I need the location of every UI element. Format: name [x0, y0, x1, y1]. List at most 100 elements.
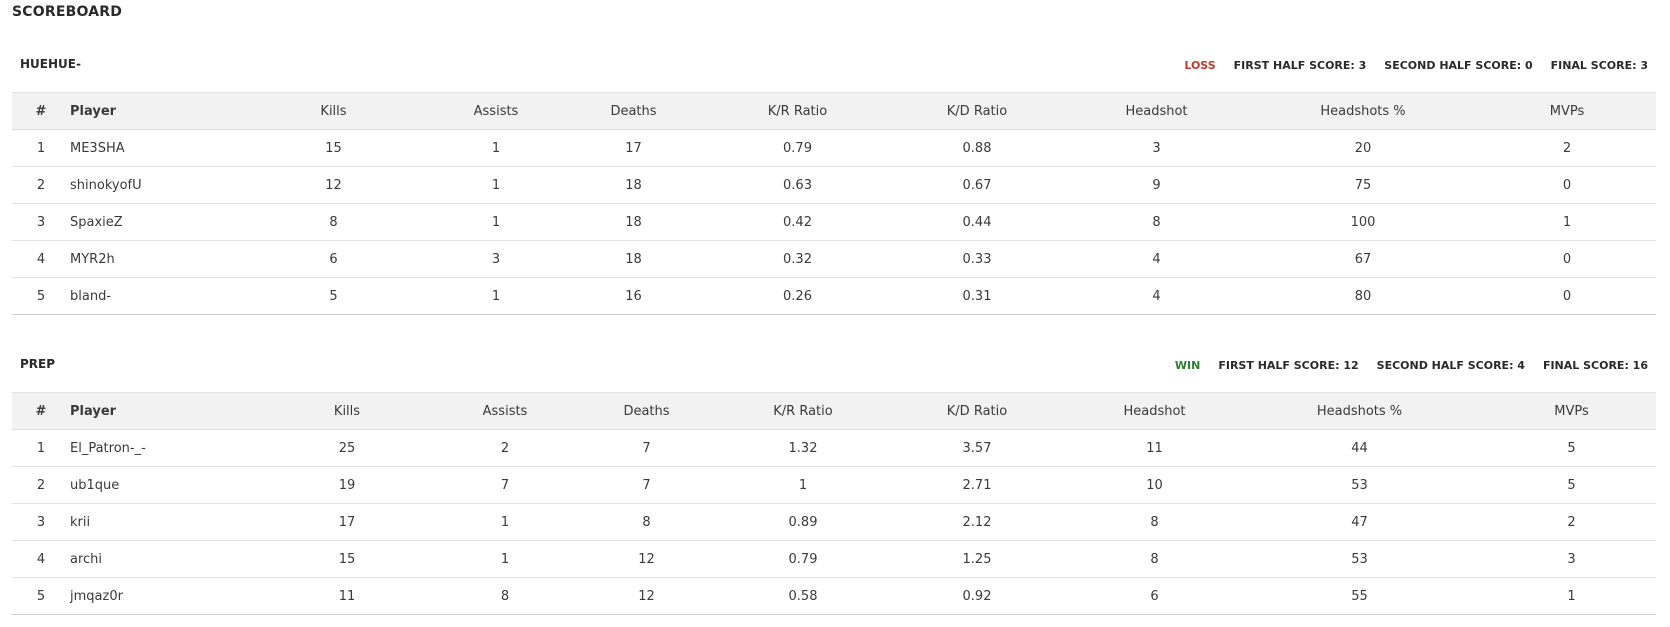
player-header: Player	[70, 403, 117, 419]
kr-ratio-cell: 0.89	[729, 503, 877, 541]
mvps-header: MVPs	[1554, 403, 1589, 419]
kd-ratio-cell: 0.92	[877, 577, 1077, 615]
table-row: 1 ME3SHA 15 1 17 0.79 0.88 3 20 2	[12, 129, 1656, 167]
kr-ratio-header: K/R Ratio	[773, 403, 833, 419]
deaths-cell: 8	[564, 503, 729, 541]
kr-ratio-cell: 0.79	[706, 129, 889, 167]
player-name-cell[interactable]: El_Patron-_-	[70, 429, 248, 467]
page-title: SCOREBOARD	[12, 4, 123, 20]
player-name-cell[interactable]: SpaxieZ	[70, 203, 236, 241]
headshots-pct-header: Headshots %	[1316, 403, 1403, 419]
table-row: 4 archi 15 1 12 0.79 1.25 8 53 3	[12, 540, 1656, 578]
deaths-cell: 16	[561, 277, 706, 315]
headshot-cell: 10	[1077, 466, 1232, 504]
kills-cell: 8	[236, 203, 431, 241]
team-name: PREP	[20, 357, 56, 371]
deaths-cell: 7	[564, 429, 729, 467]
rank-cell: 3	[12, 203, 70, 241]
player-name-cell[interactable]: shinokyofU	[70, 166, 236, 204]
rank-cell: 2	[12, 166, 70, 204]
mvps-cell: 0	[1478, 240, 1656, 278]
mvps-cell: 1	[1487, 577, 1656, 615]
mvps-cell: 3	[1487, 540, 1656, 578]
headshots-pct-cell: 55	[1232, 577, 1487, 615]
player-name-cell[interactable]: archi	[70, 540, 248, 578]
assists-cell: 1	[431, 129, 561, 167]
kd-ratio-cell: 3.57	[877, 429, 1077, 467]
headshots-pct-cell: 44	[1232, 429, 1487, 467]
kd-ratio-cell: 1.25	[877, 540, 1077, 578]
headshot-cell: 6	[1077, 577, 1232, 615]
table-row: 2 shinokyofU 12 1 18 0.63 0.67 9 75 0	[12, 166, 1656, 204]
headshot-cell: 8	[1077, 540, 1232, 578]
team-score-summary: LOSS FIRST HALF SCORE: 3 SECOND HALF SCO…	[1184, 59, 1648, 72]
second-half-score: SECOND HALF SCORE: 4	[1376, 359, 1525, 372]
player-name-cell[interactable]: MYR2h	[70, 240, 236, 278]
assists-cell: 3	[431, 240, 561, 278]
match-result-badge: LOSS	[1184, 59, 1216, 72]
assists-cell: 8	[446, 577, 564, 615]
team-header: HUEHUE- LOSS FIRST HALF SCORE: 3 SECOND …	[12, 50, 1656, 92]
rank-cell: 4	[12, 540, 70, 578]
second-half-score: SECOND HALF SCORE: 0	[1384, 59, 1533, 72]
kr-ratio-cell: 0.32	[706, 240, 889, 278]
kills-header: Kills	[333, 403, 361, 419]
deaths-header: Deaths	[610, 103, 657, 119]
headshot-cell: 4	[1065, 277, 1248, 315]
rank-cell: 5	[12, 277, 70, 315]
player-name-cell[interactable]: bland-	[70, 277, 236, 315]
player-stats-table: # Player Kills Assists Deaths K/R Ratio K/D Ra…	[12, 392, 1656, 615]
kd-ratio-cell: 0.88	[889, 129, 1065, 167]
kr-ratio-cell: 0.42	[706, 203, 889, 241]
headshot-cell: 9	[1065, 166, 1248, 204]
assists-header: Assists	[482, 403, 528, 419]
headshot-header: Headshot	[1123, 403, 1186, 419]
assists-cell: 2	[446, 429, 564, 467]
mvps-cell: 2	[1478, 129, 1656, 167]
headshot-cell: 4	[1065, 240, 1248, 278]
kr-ratio-header: K/R Ratio	[767, 103, 828, 119]
assists-cell: 1	[446, 540, 564, 578]
player-name-cell[interactable]: ME3SHA	[70, 129, 236, 167]
rank-cell: 2	[12, 466, 70, 504]
player-name-cell[interactable]: jmqaz0r	[70, 577, 248, 615]
headshot-header: Headshot	[1125, 103, 1188, 119]
deaths-cell: 17	[561, 129, 706, 167]
table-row: 3 krii 17 1 8 0.89 2.12 8 47 2	[12, 503, 1656, 541]
table-body: 1 El_Patron-_- 25 2 7 1.32 3.57 11 44 5 2 ub1que 19 7…	[12, 429, 1656, 615]
player-name-cell[interactable]: ub1que	[70, 466, 248, 504]
headshots-pct-cell: 53	[1232, 540, 1487, 578]
kr-ratio-cell: 1	[729, 466, 877, 504]
kills-cell: 25	[248, 429, 446, 467]
assists-cell: 1	[446, 503, 564, 541]
headshots-pct-header: Headshots %	[1320, 103, 1406, 119]
deaths-cell: 12	[564, 540, 729, 578]
rank-cell: 5	[12, 577, 70, 615]
mvps-cell: 0	[1478, 166, 1656, 204]
rank-cell: 1	[12, 429, 70, 467]
assists-cell: 1	[431, 203, 561, 241]
kd-ratio-header: K/D Ratio	[946, 403, 1008, 419]
kr-ratio-cell: 1.32	[729, 429, 877, 467]
headshots-pct-cell: 67	[1248, 240, 1478, 278]
kills-cell: 15	[236, 129, 431, 167]
headshot-cell: 11	[1077, 429, 1232, 467]
player-name-cell[interactable]: krii	[70, 503, 248, 541]
headshot-cell: 8	[1077, 503, 1232, 541]
kills-cell: 6	[236, 240, 431, 278]
deaths-cell: 7	[564, 466, 729, 504]
table-row: 5 bland- 5 1 16 0.26 0.31 4 80 0	[12, 277, 1656, 315]
headshots-pct-cell: 47	[1232, 503, 1487, 541]
headshots-pct-cell: 75	[1248, 166, 1478, 204]
team-score-summary: WIN FIRST HALF SCORE: 12 SECOND HALF SCO…	[1175, 359, 1648, 372]
deaths-cell: 18	[561, 203, 706, 241]
deaths-header: Deaths	[623, 403, 670, 419]
first-half-score: FIRST HALF SCORE: 12	[1218, 359, 1359, 372]
assists-header: Assists	[473, 103, 519, 119]
table-header-row: # Player Kills Assists Deaths K/R Ratio K/D Ra…	[12, 92, 1656, 130]
mvps-cell: 1	[1478, 203, 1656, 241]
kd-ratio-cell: 0.31	[889, 277, 1065, 315]
headshots-pct-cell: 53	[1232, 466, 1487, 504]
mvps-header: MVPs	[1549, 103, 1585, 119]
assists-cell: 1	[431, 166, 561, 204]
